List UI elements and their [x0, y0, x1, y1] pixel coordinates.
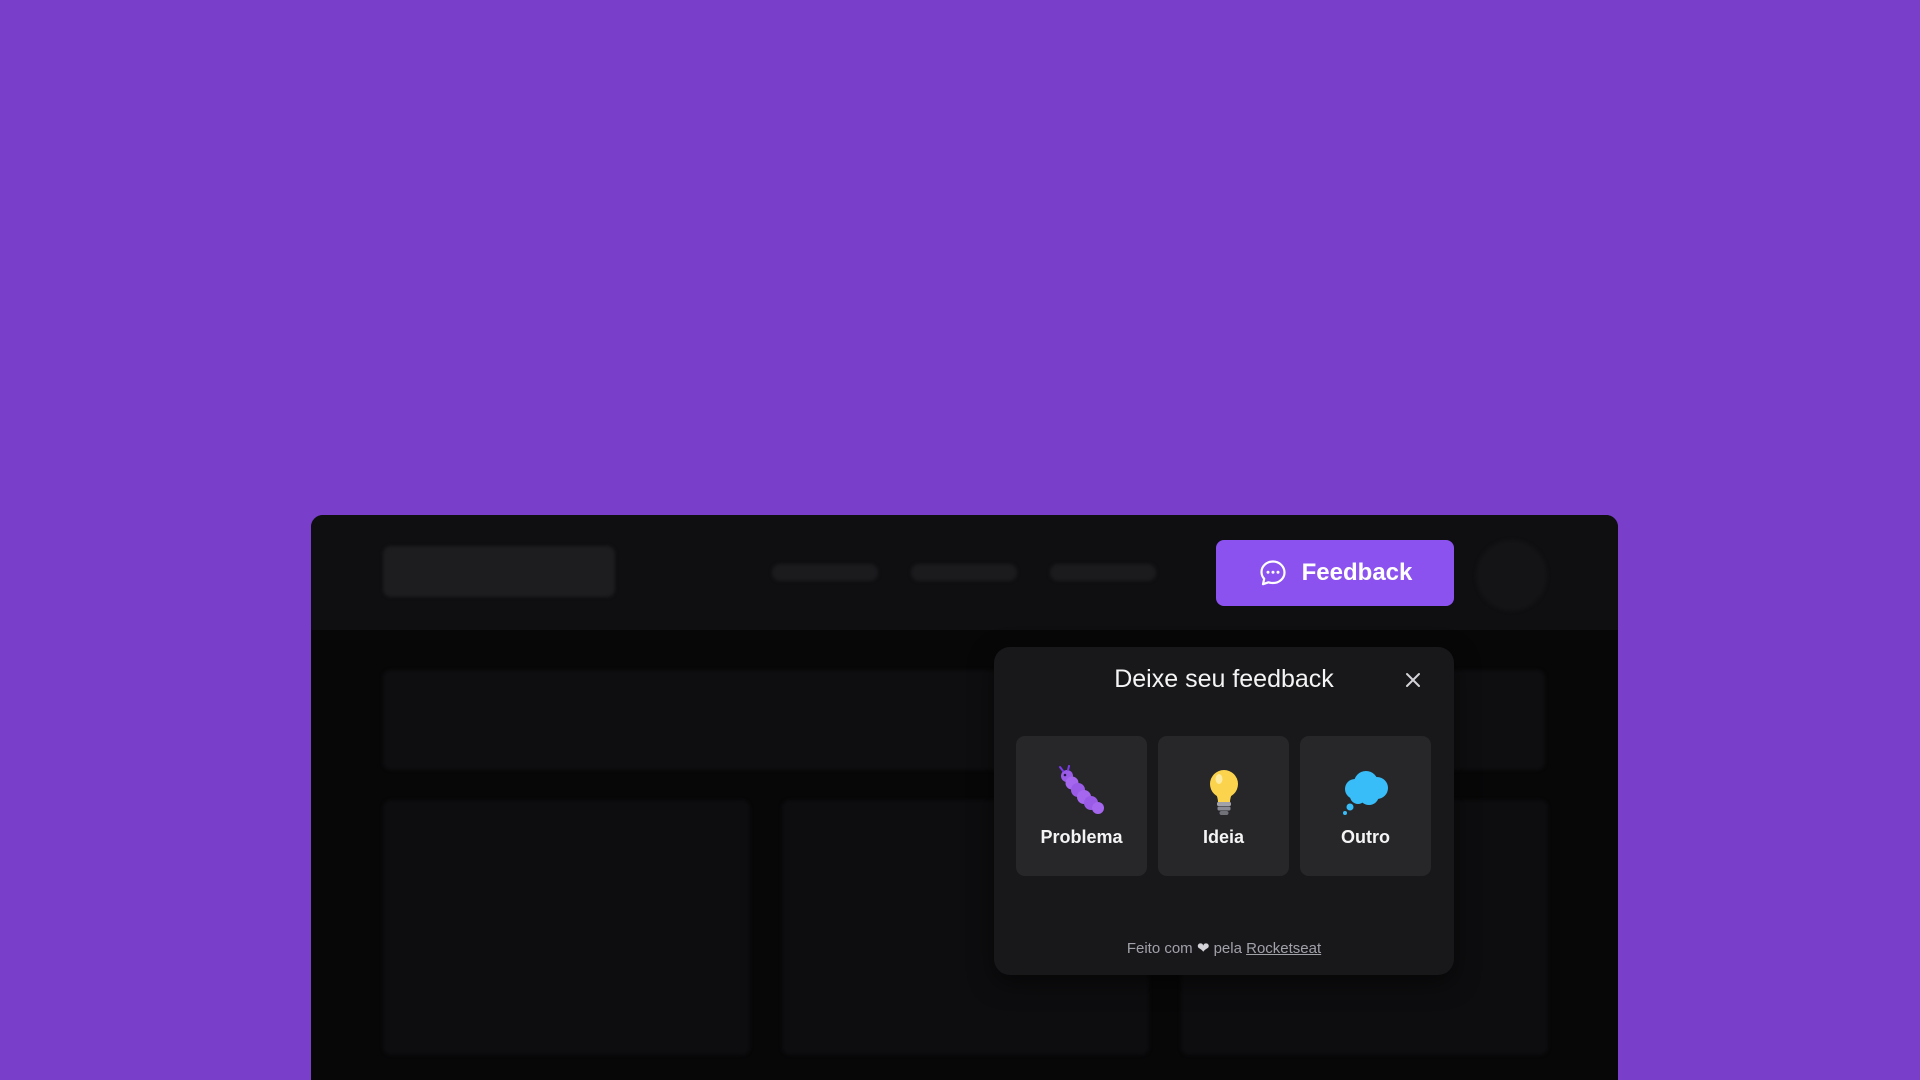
lightbulb-icon [1197, 765, 1251, 819]
nav-placeholder [911, 564, 1017, 581]
heart-icon: ❤ [1196, 940, 1210, 957]
widget-title: Deixe seu feedback [1114, 665, 1334, 693]
rocketseat-link[interactable]: Rocketseat [1246, 940, 1321, 957]
footer-middle: pela [1213, 940, 1242, 957]
feedback-button[interactable]: Feedback [1216, 540, 1454, 606]
option-label: Problema [1040, 826, 1123, 847]
widget-footer: Feito com ❤ pela Rocketseat [994, 939, 1454, 957]
bug-icon [1055, 764, 1109, 819]
close-button[interactable] [1398, 667, 1428, 697]
nav-placeholder [1050, 564, 1156, 581]
chat-bubble-icon [1258, 558, 1288, 588]
footer-prefix: Feito com [1126, 940, 1193, 957]
option-problema[interactable]: Problema [1016, 736, 1147, 876]
feedback-widget: Deixe seu feedback Problema Ideia Outro … [994, 647, 1454, 975]
option-ideia[interactable]: Ideia [1158, 736, 1289, 876]
option-outro[interactable]: Outro [1300, 736, 1431, 876]
nav-placeholder [772, 564, 878, 581]
option-label: Ideia [1202, 826, 1245, 847]
feedback-button-label: Feedback [1301, 559, 1413, 586]
feedback-type-options: Problema Ideia Outro [1016, 736, 1431, 876]
close-icon [1403, 670, 1423, 695]
option-label: Outro [1341, 826, 1390, 847]
logo-placeholder [383, 546, 615, 597]
card-placeholder [383, 800, 750, 1055]
avatar-placeholder [1476, 540, 1547, 611]
thought-cloud-icon [1339, 765, 1393, 819]
